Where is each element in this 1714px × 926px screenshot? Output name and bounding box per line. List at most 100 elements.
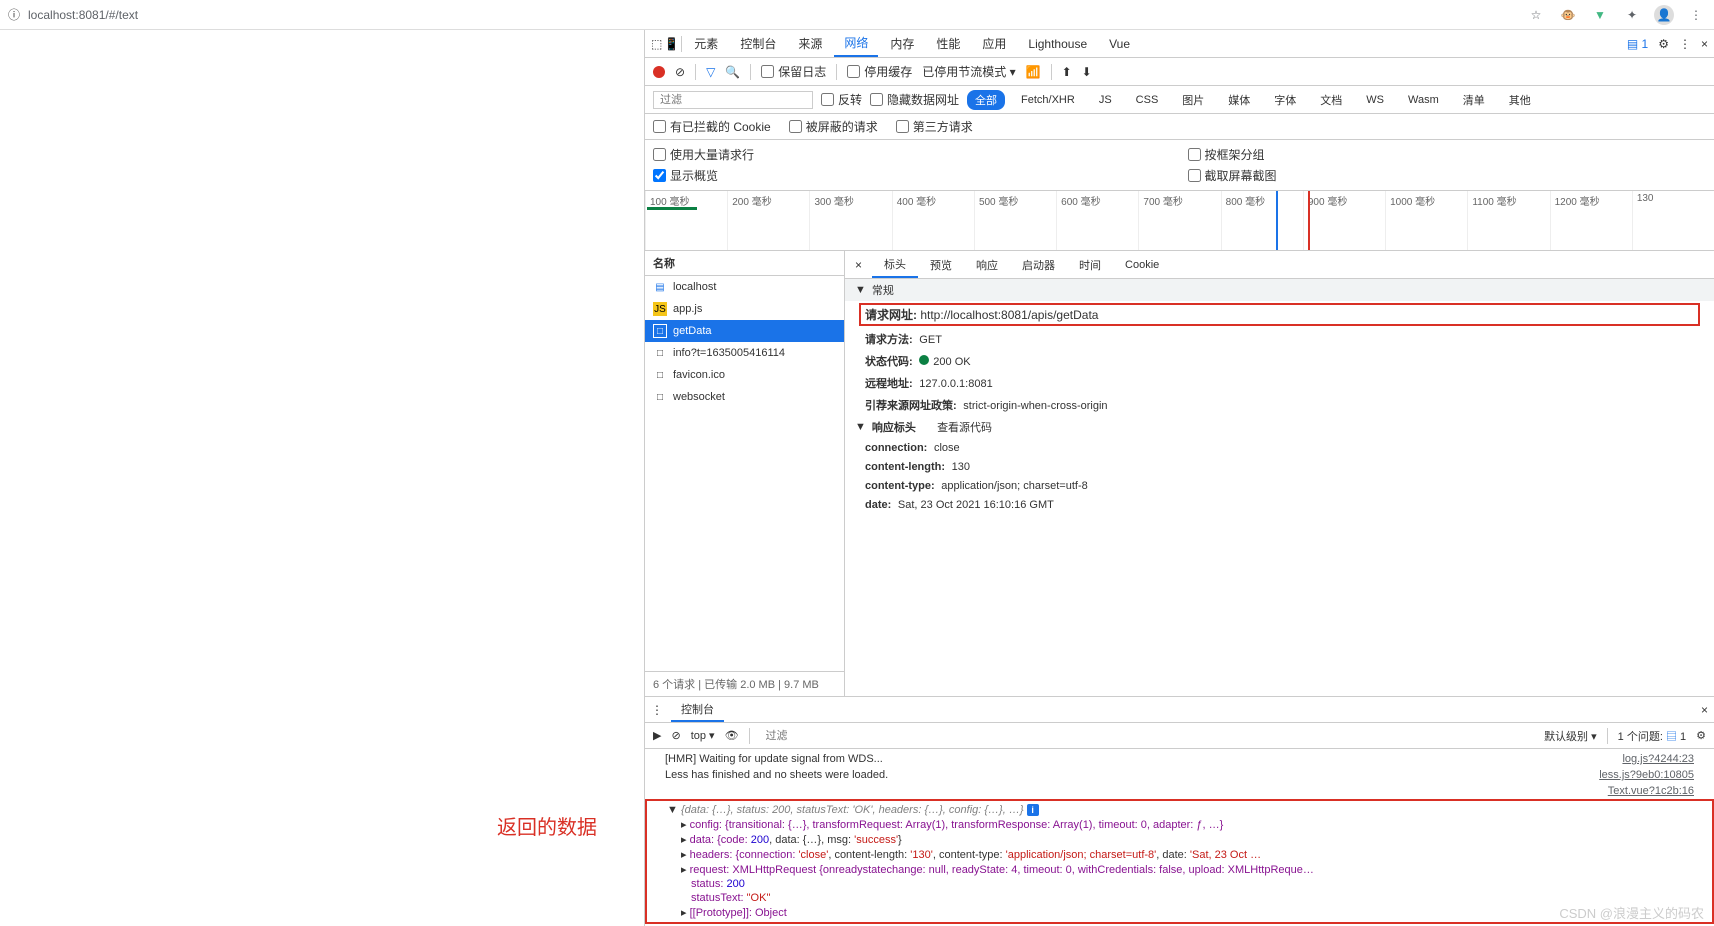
devtools-panel: ⬚ 📱 元素 控制台 来源 网络 内存 性能 应用 Lighthouse Vue… xyxy=(644,30,1714,926)
upload-icon[interactable]: ⬆ xyxy=(1062,65,1072,79)
network-toolbar: ⊘ ▽ 🔍 保留日志 停用缓存 已停用节流模式 ▾ 📶 ⬆ ⬇ xyxy=(645,58,1714,86)
filter-input[interactable] xyxy=(653,91,813,109)
messages-icon[interactable]: ▤ 1 xyxy=(1627,37,1648,51)
clear-icon[interactable]: ⊘ xyxy=(675,65,685,79)
url-text[interactable]: localhost:8081/#/text xyxy=(28,8,1518,22)
timeline-tick: 1100 毫秒 xyxy=(1467,191,1549,250)
filter-all[interactable]: 全部 xyxy=(967,90,1005,110)
filter-font[interactable]: 字体 xyxy=(1266,90,1304,110)
filter-wasm[interactable]: Wasm xyxy=(1400,92,1447,108)
show-overview-checkbox[interactable]: 显示概览 xyxy=(653,165,1172,186)
filter-js[interactable]: JS xyxy=(1091,92,1120,108)
console-level-select[interactable]: 默认级别 ▾ xyxy=(1544,728,1597,744)
console-settings-icon[interactable]: ⚙ xyxy=(1696,729,1706,742)
more-icon[interactable]: ⋮ xyxy=(1686,5,1706,25)
filter-ws[interactable]: WS xyxy=(1358,92,1392,108)
filter-other[interactable]: 其他 xyxy=(1501,90,1539,110)
request-item-appjs[interactable]: JSapp.js xyxy=(645,298,844,320)
obj-summary-row[interactable]: ▼ {data: {…}, status: 200, statusText: '… xyxy=(667,803,1692,817)
throttling-select[interactable]: 已停用节流模式 ▾ xyxy=(922,63,1015,80)
device-icon[interactable]: 📱 xyxy=(664,37,679,51)
timeline-overview[interactable]: 100 毫秒 200 毫秒 300 毫秒 400 毫秒 500 毫秒 600 毫… xyxy=(645,191,1714,251)
detail-tab-initiator[interactable]: 启动器 xyxy=(1010,253,1067,277)
detail-tab-cookie[interactable]: Cookie xyxy=(1113,255,1171,275)
obj-data-row[interactable]: ▸ data: {code: 200, data: {…}, msg: 'suc… xyxy=(667,832,1692,847)
general-section-header[interactable]: ▼ 常规 xyxy=(845,279,1714,301)
star-icon[interactable]: ☆ xyxy=(1526,5,1546,25)
drawer-tab-console[interactable]: 控制台 xyxy=(671,698,724,722)
third-party-checkbox[interactable]: 第三方请求 xyxy=(896,116,973,137)
filter-img[interactable]: 图片 xyxy=(1174,90,1212,110)
filter-doc[interactable]: 文档 xyxy=(1312,90,1350,110)
console-source-link[interactable]: Text.vue?1c2b:16 xyxy=(1608,785,1694,797)
console-source-link[interactable]: log.js?4244:23 xyxy=(1622,753,1694,765)
search-icon[interactable]: 🔍 xyxy=(725,65,740,79)
close-detail-icon[interactable]: × xyxy=(845,258,872,272)
large-rows-checkbox[interactable]: 使用大量请求行 xyxy=(653,144,1172,165)
monkey-icon[interactable]: 🐵 xyxy=(1558,5,1578,25)
drawer-menu-icon[interactable]: ⋮ xyxy=(651,703,663,717)
obj-config-row[interactable]: ▸ config: {transitional: {…}, transformR… xyxy=(667,817,1692,832)
obj-prototype-row[interactable]: ▸ [[Prototype]]: Object xyxy=(667,905,1692,920)
request-item-favicon[interactable]: □favicon.ico xyxy=(645,364,844,386)
console-filter-input[interactable] xyxy=(760,728,1160,744)
inspect-icon[interactable]: ⬚ xyxy=(651,37,662,51)
tab-elements[interactable]: 元素 xyxy=(684,31,728,56)
detail-tab-timing[interactable]: 时间 xyxy=(1067,253,1113,277)
filter-manifest[interactable]: 清单 xyxy=(1455,90,1493,110)
blocked-cookies-checkbox[interactable]: 有已拦截的 Cookie xyxy=(653,116,771,137)
filter-fetch[interactable]: Fetch/XHR xyxy=(1013,92,1083,108)
filter-media[interactable]: 媒体 xyxy=(1220,90,1258,110)
filter-icon[interactable]: ▽ xyxy=(706,65,715,79)
tab-console[interactable]: 控制台 xyxy=(730,31,786,56)
invert-checkbox[interactable]: 反转 xyxy=(821,89,862,110)
screenshot-checkbox[interactable]: 截取屏幕截图 xyxy=(1188,165,1707,186)
console-eye-icon[interactable]: 👁 xyxy=(725,729,739,742)
close-devtools-icon[interactable]: × xyxy=(1701,37,1708,51)
console-issues[interactable]: 1 个问题: ▤ 1 xyxy=(1618,728,1686,744)
record-button[interactable] xyxy=(653,66,665,78)
tab-application[interactable]: 应用 xyxy=(972,31,1016,56)
tab-network[interactable]: 网络 xyxy=(834,30,878,57)
group-frame-checkbox[interactable]: 按框架分组 xyxy=(1188,144,1707,165)
kebab-icon[interactable]: ⋮ xyxy=(1679,37,1691,51)
response-headers-section[interactable]: ▼ 响应标头 查看源代码 xyxy=(845,416,1714,438)
request-item-localhost[interactable]: ▤localhost xyxy=(645,276,844,298)
tab-sources[interactable]: 来源 xyxy=(788,31,832,56)
request-url-row: 请求网址: http://localhost:8081/apis/getData xyxy=(859,303,1700,326)
obj-headers-row[interactable]: ▸ headers: {connection: 'close', content… xyxy=(667,847,1692,862)
hide-data-checkbox[interactable]: 隐藏数据网址 xyxy=(870,89,959,110)
filter-css[interactable]: CSS xyxy=(1128,92,1167,108)
tab-memory[interactable]: 内存 xyxy=(880,31,924,56)
timeline-tick: 1200 毫秒 xyxy=(1550,191,1632,250)
tab-lighthouse[interactable]: Lighthouse xyxy=(1018,33,1097,55)
info-icon[interactable]: ⓘ xyxy=(8,6,20,23)
console-clear-icon[interactable]: ⊘ xyxy=(671,729,680,742)
tab-performance[interactable]: 性能 xyxy=(926,31,970,56)
request-item-getdata[interactable]: □getData xyxy=(645,320,844,342)
obj-request-row[interactable]: ▸ request: XMLHttpRequest {onreadystatec… xyxy=(667,862,1692,877)
preserve-log-checkbox[interactable]: 保留日志 xyxy=(761,61,826,82)
request-list: 名称 ▤localhost JSapp.js □getData □info?t=… xyxy=(645,251,845,696)
blocked-req-checkbox[interactable]: 被屏蔽的请求 xyxy=(789,116,878,137)
view-options: 使用大量请求行 显示概览 按框架分组 截取屏幕截图 xyxy=(645,140,1714,191)
header-date: date: Sat, 23 Oct 2021 16:10:16 GMT xyxy=(845,495,1714,514)
request-item-info[interactable]: □info?t=1635005416114 xyxy=(645,342,844,364)
user-icon[interactable]: 👤 xyxy=(1654,5,1674,25)
download-icon[interactable]: ⬇ xyxy=(1082,65,1092,79)
wifi-icon[interactable]: 📶 xyxy=(1026,65,1041,79)
info-icon[interactable]: i xyxy=(1027,804,1039,816)
request-item-websocket[interactable]: □websocket xyxy=(645,386,844,408)
disable-cache-checkbox[interactable]: 停用缓存 xyxy=(847,61,912,82)
detail-tab-preview[interactable]: 预览 xyxy=(918,253,964,277)
puzzle-icon[interactable]: ✦ xyxy=(1622,5,1642,25)
drawer-close-icon[interactable]: × xyxy=(1701,703,1708,717)
detail-tab-headers[interactable]: 标头 xyxy=(872,252,918,278)
console-play-icon[interactable]: ▶ xyxy=(653,729,661,742)
console-context-select[interactable]: top ▾ xyxy=(691,729,715,742)
console-source-link[interactable]: less.js?9eb0:10805 xyxy=(1599,769,1694,781)
tab-vue[interactable]: Vue xyxy=(1099,33,1140,55)
vue-icon[interactable]: ▼ xyxy=(1590,5,1610,25)
detail-tab-response[interactable]: 响应 xyxy=(964,253,1010,277)
settings-icon[interactable]: ⚙ xyxy=(1658,37,1669,51)
